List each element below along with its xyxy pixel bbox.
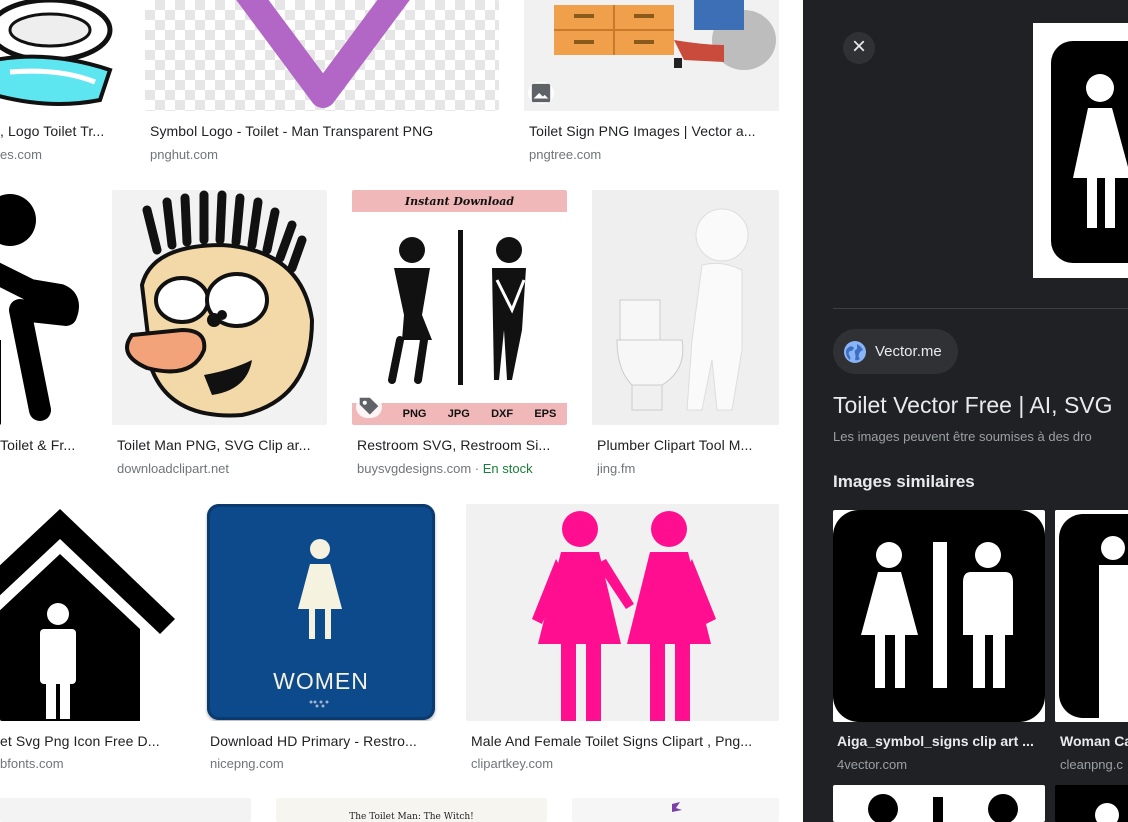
result-card[interactable]: et Svg Png Icon Free D... bfonts.com [0, 504, 180, 779]
source-site-chip[interactable]: Vector.me [833, 329, 958, 374]
restroom-icons-image [868, 794, 1018, 822]
similar-source: 4vector.com [837, 757, 908, 772]
image-results-grid: , Logo Toilet Tr... es.com Symbol Logo -… [0, 0, 803, 822]
globe-icon [844, 340, 866, 363]
result-source: pngtree.com [529, 147, 602, 162]
result-card[interactable]: The Toilet Man: The Witch! [276, 798, 547, 822]
result-card[interactable]: Male And Female Toilet Signs Clipart , P… [466, 504, 779, 779]
result-card[interactable] [0, 798, 251, 822]
preview-panel: × Vector.me Toilet Vector Free | AI, SVG… [803, 0, 1128, 822]
result-title[interactable]: et Svg Png Icon Free D... [0, 733, 178, 749]
plumber-3d-figure-image [592, 190, 779, 425]
similar-source: cleanpng.c [1060, 757, 1123, 772]
source-site-name: Vector.me [875, 343, 942, 360]
result-source: nicepng.com [210, 756, 284, 771]
result-source: jing.fm [597, 461, 636, 476]
sitting-person-icon-image [0, 190, 87, 425]
result-title[interactable]: Symbol Logo - Toilet - Man Transparent P… [150, 123, 490, 139]
image-icon [528, 82, 554, 104]
format-label: DXF [491, 408, 514, 420]
result-thumbnail[interactable] [572, 798, 779, 822]
house-man-icon-image [0, 504, 180, 721]
woman-sign-preview [1033, 23, 1128, 278]
restroom-sign-image [833, 510, 1045, 722]
close-button[interactable]: × [843, 32, 875, 64]
result-thumbnail[interactable] [0, 798, 251, 822]
result-title[interactable]: Male And Female Toilet Signs Clipart , P… [471, 733, 779, 749]
similar-title[interactable]: Aiga_symbol_signs clip art ... [837, 733, 1042, 749]
result-source: es.com [0, 147, 42, 162]
result-card[interactable]: WOMEN Download HD Primary - Restro... ni… [205, 504, 441, 779]
similar-thumbnail[interactable] [833, 785, 1045, 822]
toilet-sign-illustration [524, 0, 779, 111]
similar-image-card[interactable]: Aiga_symbol_signs clip art ... 4vector.c… [833, 510, 1045, 780]
result-card[interactable]: Instant Download PNG JPG DXF EPS Restroo… [352, 190, 567, 480]
cartoon-man-face-image [112, 190, 327, 425]
result-thumbnail-banner: The Toilet Man: The Witch! [349, 812, 474, 822]
result-title[interactable]: Restroom SVG, Restroom Si... [357, 437, 567, 453]
purple-figure-image [672, 802, 682, 812]
result-card[interactable]: Plumber Clipart Tool M... jing.fm [592, 190, 779, 480]
result-card[interactable]: Symbol Logo - Toilet - Man Transparent P… [145, 0, 499, 170]
women-sign: WOMEN [207, 504, 435, 720]
result-thumbnail[interactable]: Instant Download PNG JPG DXF EPS [352, 190, 567, 425]
format-label: PNG [402, 408, 427, 420]
purple-v-logo-image [236, 0, 410, 108]
restroom-figures-image [388, 230, 526, 385]
result-title[interactable]: Download HD Primary - Restro... [210, 733, 435, 749]
result-thumbnail[interactable] [0, 0, 120, 111]
result-source: buysvgdesigns.com · En stock [357, 461, 533, 476]
similar-image-card[interactable] [1055, 785, 1128, 822]
result-title[interactable]: Plumber Clipart Tool M... [597, 437, 779, 453]
result-card[interactable]: , Logo Toilet Tr... es.com [0, 0, 120, 170]
format-label: JPG [447, 408, 470, 420]
result-thumbnail[interactable] [0, 190, 87, 425]
result-title[interactable]: Toilet Sign PNG Images | Vector a... [529, 123, 779, 139]
result-card[interactable]: Toilet & Fr... [0, 190, 87, 480]
result-source: clipartkey.com [471, 756, 554, 771]
in-stock-label: En stock [482, 461, 533, 476]
result-title[interactable]: , Logo Toilet Tr... [0, 123, 118, 139]
result-card[interactable] [572, 798, 779, 822]
result-title[interactable]: Toilet & Fr... [0, 437, 87, 453]
sign-label: WOMEN [273, 668, 369, 694]
result-title[interactable]: Toilet Man PNG, SVG Clip ar... [117, 437, 327, 453]
format-strip: PNG JPG DXF EPS [352, 403, 567, 425]
preview-title[interactable]: Toilet Vector Free | AI, SVG [833, 392, 1113, 419]
result-thumbnail[interactable] [466, 504, 779, 721]
man-sign-image [1055, 510, 1128, 722]
similar-image-card[interactable] [833, 785, 1045, 822]
format-label: EPS [534, 408, 557, 420]
result-source: bfonts.com [0, 756, 64, 771]
similar-thumbnail[interactable] [833, 510, 1045, 722]
similar-images-heading: Images similaires [833, 472, 975, 491]
dark-sign-image [1095, 803, 1119, 822]
result-thumbnail[interactable] [0, 504, 180, 721]
result-thumbnail[interactable]: WOMEN [205, 504, 441, 721]
similar-image-card[interactable]: Woman Ca cleanpng.c [1055, 510, 1128, 780]
tag-icon [356, 396, 382, 418]
close-icon: × [851, 33, 866, 60]
similar-thumbnail[interactable] [1055, 785, 1128, 822]
similar-thumbnail[interactable] [1055, 510, 1128, 722]
similar-title[interactable]: Woman Ca [1060, 733, 1128, 749]
result-thumbnail[interactable] [592, 190, 779, 425]
panel-divider [833, 308, 1128, 309]
toilet-logo-image [0, 0, 120, 111]
result-thumbnail[interactable] [145, 0, 499, 111]
preview-image[interactable] [1033, 23, 1128, 278]
result-card[interactable]: Toilet Sign PNG Images | Vector a... png… [524, 0, 779, 170]
result-thumbnail[interactable]: The Toilet Man: The Witch! [276, 798, 547, 822]
copyright-note: Les images peuvent être soumises à des d… [833, 429, 1092, 444]
pink-women-figures-image [466, 504, 779, 721]
result-source-domain: buysvgdesigns.com [357, 461, 472, 476]
result-thumbnail[interactable] [524, 0, 779, 111]
result-thumbnail[interactable] [112, 190, 327, 425]
result-card[interactable]: Toilet Man PNG, SVG Clip ar... downloadc… [112, 190, 327, 480]
result-source: pnghut.com [150, 147, 218, 162]
result-source: downloadclipart.net [117, 461, 230, 476]
